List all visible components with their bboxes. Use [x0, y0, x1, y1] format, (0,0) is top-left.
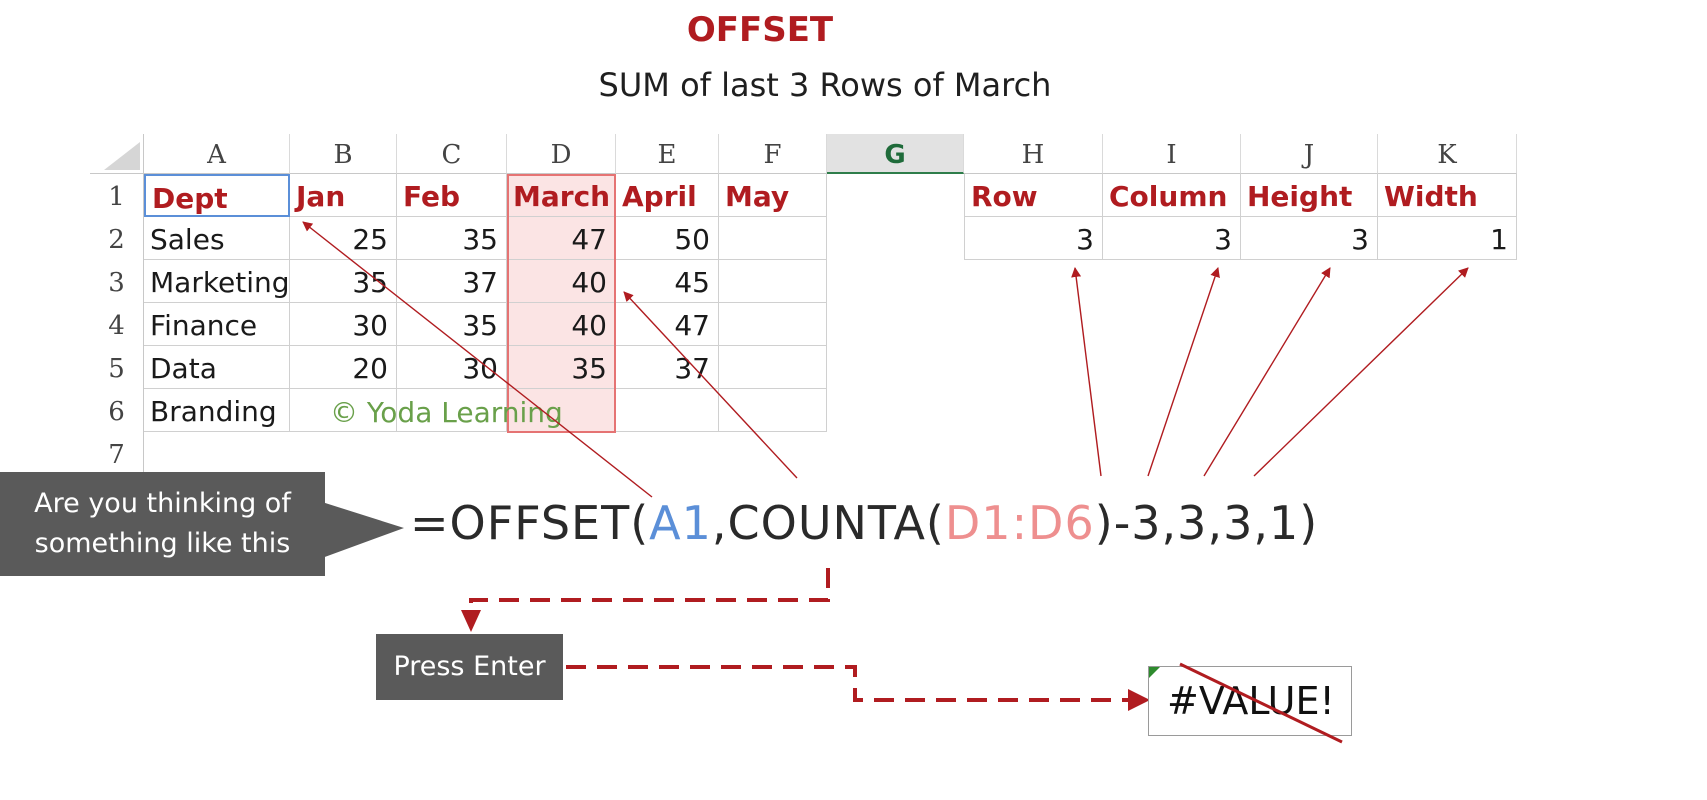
arrow-to-a1	[302, 221, 653, 498]
arrow-to-height	[1203, 267, 1331, 477]
annotation-arrows	[302, 221, 1469, 711]
formula-prefix: =OFFSET(	[410, 496, 650, 550]
thinking-callout: Are you thinking of something like this	[0, 472, 325, 576]
formula-mid: ,COUNTA(	[711, 496, 945, 550]
thinking-callout-line2: something like this	[34, 528, 291, 559]
arrow-to-column	[1147, 267, 1220, 477]
arrow-head-right	[1128, 689, 1150, 711]
formula-text: =OFFSET(A1,COUNTA(D1:D6)-3,3,3,1)	[410, 496, 1318, 550]
arrow-to-width	[1253, 267, 1469, 477]
formula-suffix: )-3,3,3,1)	[1094, 496, 1319, 550]
press-enter-callout: Press Enter	[376, 634, 563, 700]
dashed-connector-enter	[469, 568, 830, 612]
result-cell[interactable]: #VALUE!	[1148, 666, 1352, 736]
arrow-to-row	[1071, 267, 1102, 477]
result-value: #VALUE!	[1167, 679, 1335, 723]
arrow-head-down	[461, 610, 481, 632]
formula-ref-a1: A1	[649, 496, 712, 550]
callout-pointer	[322, 502, 404, 558]
dashed-connector-result	[566, 665, 1130, 702]
thinking-callout-line1: Are you thinking of	[34, 488, 291, 519]
formula-ref-d1-d6: D1:D6	[944, 496, 1095, 550]
arrow-to-march	[623, 291, 798, 479]
